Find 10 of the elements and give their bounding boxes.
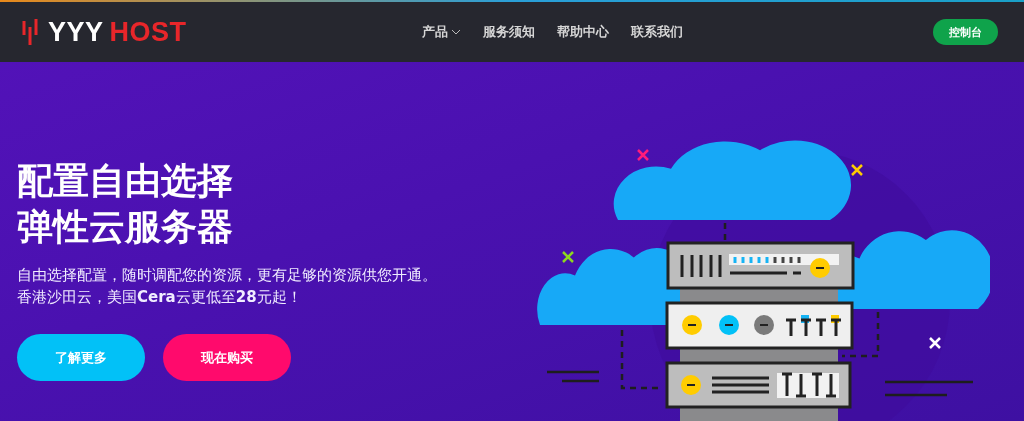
logo-wordmark: YYY bbox=[48, 16, 104, 48]
buy-button[interactable]: 现在购买 bbox=[163, 334, 291, 381]
hero-subtitle: 自由选择配置，随时调配您的资源，更有足够的资源供您开通。 香港沙田云，美国Cera云更低至28元起！ bbox=[17, 265, 438, 308]
nav-link[interactable]: 产品 bbox=[422, 23, 461, 41]
nav-link[interactable]: 服务须知 bbox=[483, 23, 535, 41]
hero-title: 配置自由选择 弹性云服务器 bbox=[17, 159, 234, 249]
nav-link[interactable]: 帮助中心 bbox=[557, 23, 609, 41]
logo-accent-text: HOST bbox=[109, 16, 187, 48]
nav-link[interactable]: 联系我们 bbox=[631, 23, 683, 41]
chevron-down-icon bbox=[451, 29, 461, 35]
